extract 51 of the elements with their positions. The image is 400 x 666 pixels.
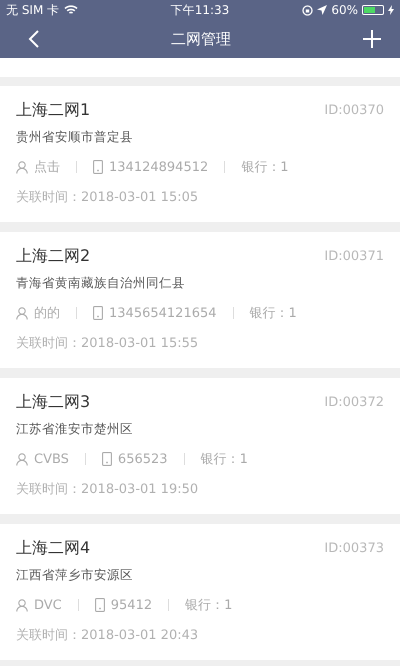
clock-text: 下午11:33 bbox=[170, 2, 230, 18]
network-id: ID:00371 bbox=[324, 249, 384, 264]
battery-percent-text: 60% bbox=[331, 3, 358, 17]
contact-name: 点击 bbox=[34, 159, 60, 176]
person-icon bbox=[16, 306, 28, 320]
contact-name: 的的 bbox=[34, 305, 60, 322]
rotation-lock-icon bbox=[302, 4, 314, 16]
person-icon bbox=[16, 160, 28, 174]
address-text: 青海省黄南藏族自治州同仁县 bbox=[16, 275, 186, 292]
wifi-icon bbox=[64, 5, 78, 15]
network-id: ID:00372 bbox=[324, 395, 384, 410]
charging-bolt-icon bbox=[388, 5, 394, 15]
phone-number: 1345654121654 bbox=[109, 306, 217, 320]
phone-icon bbox=[94, 598, 105, 612]
phone-number: 134124894512 bbox=[109, 160, 208, 174]
network-id: ID:00373 bbox=[324, 541, 384, 556]
linked-time: 关联时间：2018-03-01 19:50 bbox=[16, 481, 200, 498]
page-title: 二网管理 bbox=[171, 30, 231, 48]
location-arrow-icon bbox=[317, 5, 328, 15]
battery-icon bbox=[362, 5, 384, 15]
network-card[interactable]: 上海二网4 ID:00373 江西省萍乡市安源区 DVC 95412 银行：1 关联时间：2018-03-01 20:43 bbox=[0, 524, 400, 660]
phone-number: 95412 bbox=[110, 598, 152, 612]
contact-name: CVBS bbox=[34, 452, 69, 466]
network-name: 上海二网2 bbox=[16, 246, 90, 267]
network-card[interactable]: 上海二网2 ID:00371 青海省黄南藏族自治州同仁县 的的 1345654121654 银行：1 关联时间：2018-03-01 15:55 bbox=[0, 232, 400, 368]
address-text: 江西省萍乡市安源区 bbox=[16, 567, 134, 584]
person-icon bbox=[16, 598, 28, 612]
address-text: 江苏省淮安市楚州区 bbox=[16, 421, 134, 438]
linked-time: 关联时间：2018-03-01 15:05 bbox=[16, 189, 200, 206]
bank-count: 银行：1 bbox=[241, 159, 289, 176]
network-id: ID:00370 bbox=[324, 103, 384, 118]
linked-time: 关联时间：2018-03-01 15:55 bbox=[16, 335, 200, 352]
carrier-text: 无 SIM 卡 bbox=[6, 2, 60, 18]
phone-icon bbox=[102, 452, 112, 466]
network-name: 上海二网1 bbox=[16, 100, 90, 121]
add-button[interactable] bbox=[362, 29, 382, 49]
network-card[interactable]: 上海二网3 ID:00372 江苏省淮安市楚州区 CVBS 656523 银行：1 关联时间：2018-03-01 19:50 bbox=[0, 378, 400, 514]
linked-time: 关联时间：2018-03-01 20:43 bbox=[16, 627, 200, 644]
network-name: 上海二网4 bbox=[16, 538, 90, 559]
bank-count: 银行：1 bbox=[185, 597, 232, 614]
address-text: 贵州省安顺市普定县 bbox=[16, 129, 134, 146]
contact-name: DVC bbox=[34, 598, 62, 612]
phone-icon bbox=[93, 160, 103, 174]
phone-number: 656523 bbox=[118, 452, 168, 466]
back-button[interactable] bbox=[28, 29, 40, 49]
network-name: 上海二网3 bbox=[16, 392, 90, 413]
bank-count: 银行：1 bbox=[250, 305, 297, 322]
person-icon bbox=[16, 452, 28, 466]
bank-count: 银行：1 bbox=[200, 451, 248, 468]
phone-icon bbox=[93, 306, 103, 320]
network-card[interactable]: 上海二网1 ID:00370 贵州省安顺市普定县 点击 134124894512 银行：1 关联时间：2018-03-01 15:05 bbox=[0, 86, 400, 222]
